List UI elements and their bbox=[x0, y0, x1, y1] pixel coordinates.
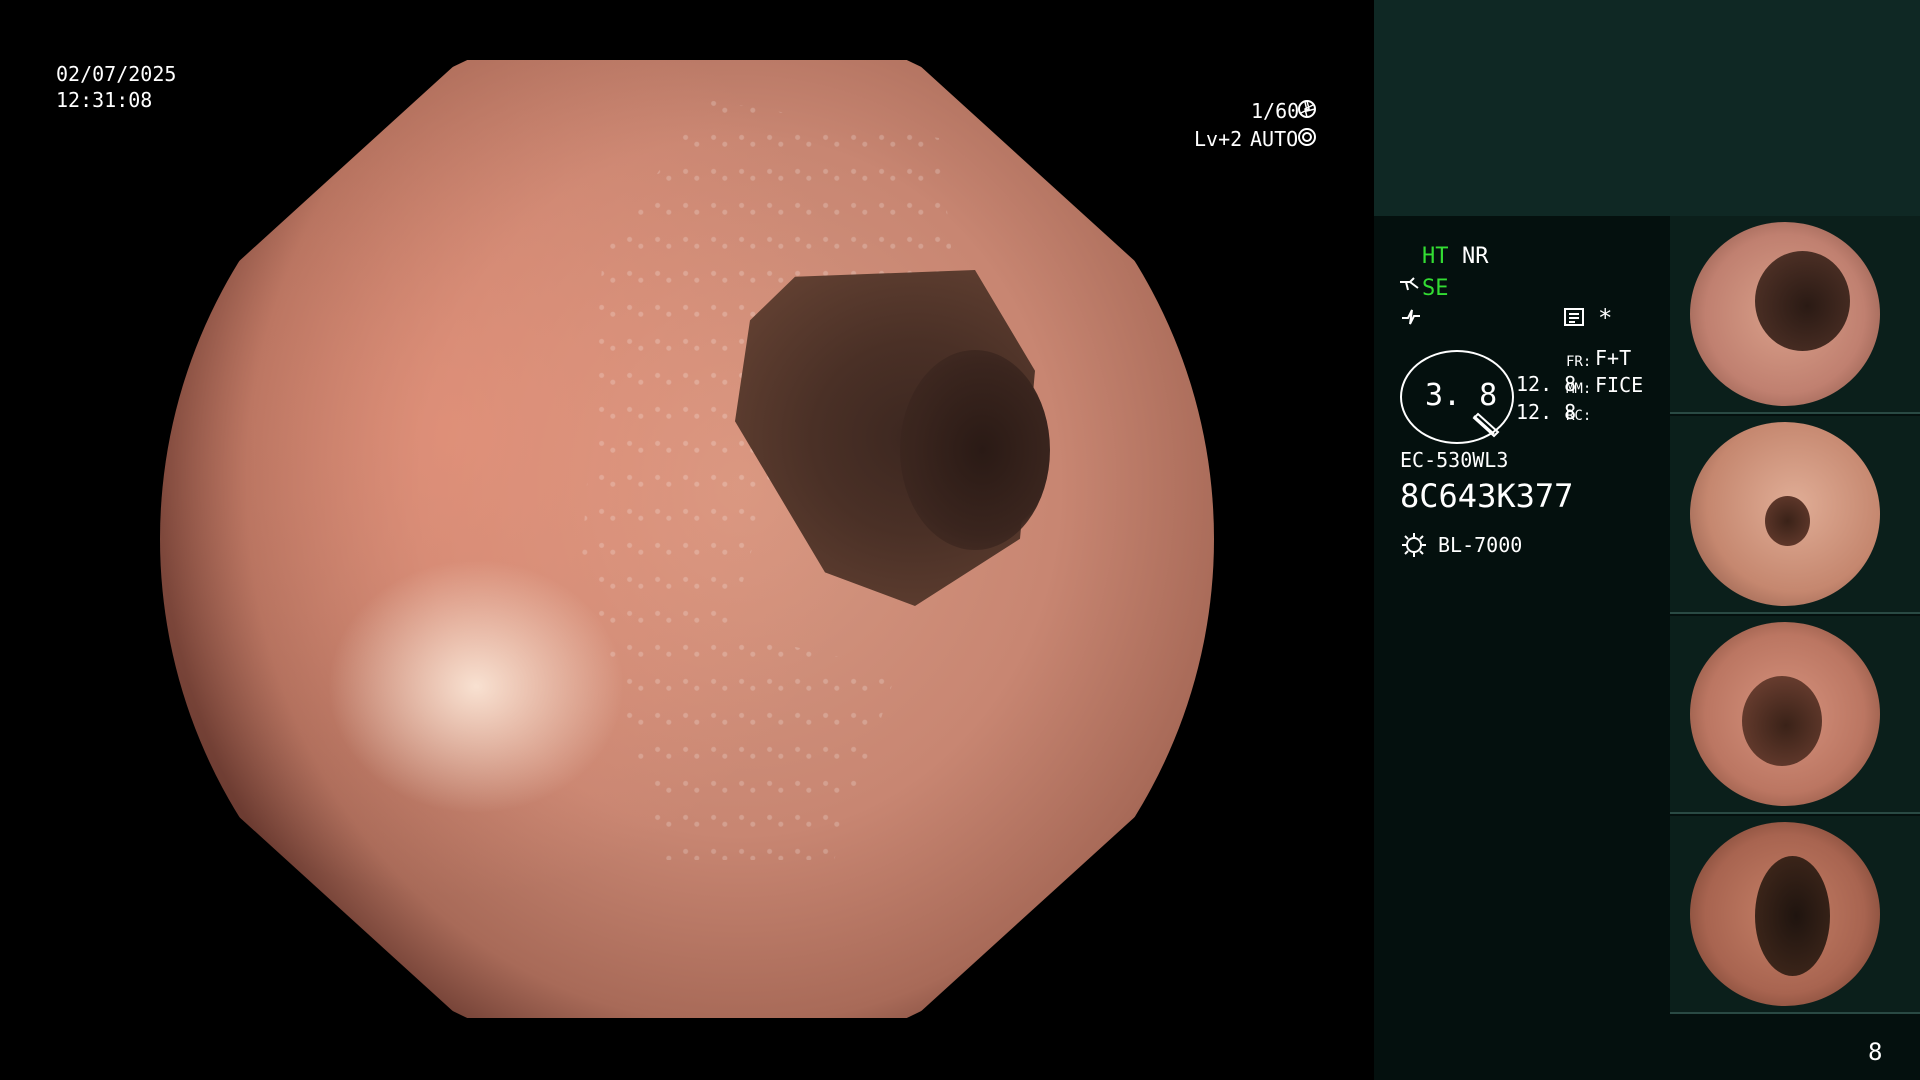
rc-label: RC: bbox=[1566, 408, 1592, 424]
lamp-icon bbox=[1400, 531, 1428, 565]
thumbnail-3[interactable] bbox=[1670, 616, 1920, 814]
thumbnail-4[interactable] bbox=[1670, 816, 1920, 1014]
ht-label: HT bbox=[1422, 244, 1449, 269]
fr-label: FR: bbox=[1566, 354, 1592, 370]
monitor-icon bbox=[1563, 307, 1587, 335]
page-number: 8 bbox=[1868, 1038, 1883, 1066]
lumen-inner bbox=[900, 350, 1050, 550]
date-text: 02/07/2025 bbox=[56, 62, 177, 86]
mode-text: AUTO bbox=[1250, 127, 1299, 151]
info-header bbox=[1374, 0, 1920, 216]
nr-label: NR bbox=[1462, 244, 1489, 269]
thumbnail-1[interactable] bbox=[1670, 216, 1920, 414]
thumbnail-2[interactable] bbox=[1670, 416, 1920, 614]
waveform-icon bbox=[1400, 306, 1422, 334]
time-text: 12:31:08 bbox=[56, 88, 153, 112]
mm-value: FICE bbox=[1595, 373, 1644, 397]
level-text: Lv+2 bbox=[1194, 127, 1243, 151]
asterisk-text: * bbox=[1598, 304, 1613, 332]
fr-value: F+T bbox=[1595, 346, 1632, 370]
shutter-text: 1/60 bbox=[1251, 99, 1300, 123]
aperture-icon bbox=[1297, 99, 1317, 125]
scope-model: EC-530WL3 bbox=[1400, 448, 1509, 472]
serial-number: 8C643K377 bbox=[1400, 477, 1574, 515]
pencil-icon bbox=[1470, 410, 1500, 446]
iris-icon bbox=[1297, 127, 1317, 153]
mm-label: MM: bbox=[1566, 381, 1592, 397]
zoom-value: 3. 8 bbox=[1425, 378, 1498, 413]
light-source: BL-7000 bbox=[1438, 533, 1523, 557]
se-label: SE bbox=[1422, 276, 1449, 301]
scope-icon bbox=[1398, 276, 1420, 302]
endoscope-view bbox=[160, 60, 1214, 1018]
